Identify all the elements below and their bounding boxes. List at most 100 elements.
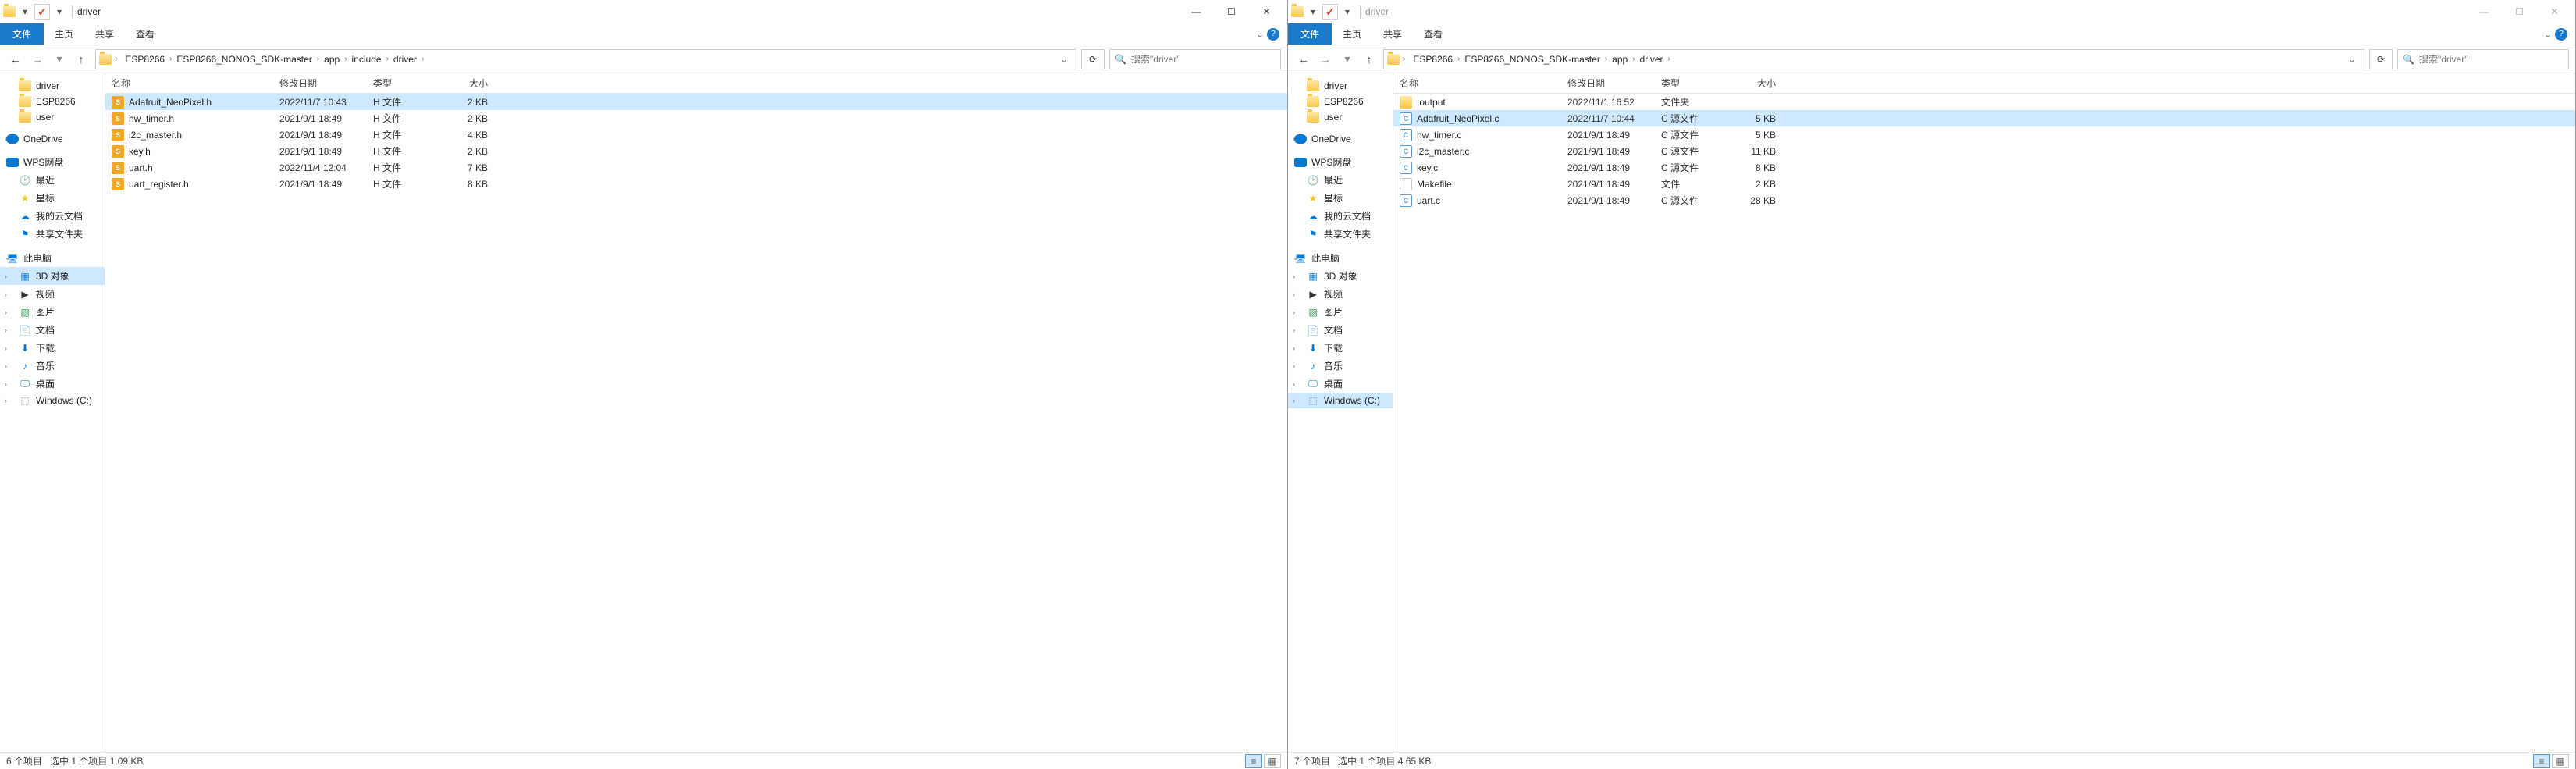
qa-dropdown-icon[interactable]: ▾ <box>1305 4 1321 20</box>
column-name[interactable]: 名称 <box>112 77 279 90</box>
icons-view-button[interactable]: ▦ <box>1264 754 1281 768</box>
file-name-cell[interactable]: Ckey.c <box>1400 162 1567 174</box>
chevron-right-icon[interactable]: › <box>5 344 7 352</box>
sidebar-wps-child[interactable]: ☁我的云文档 <box>1288 207 1393 225</box>
sidebar-onedrive[interactable]: ›OneDrive <box>1288 131 1393 147</box>
file-name-cell[interactable]: .output <box>1400 96 1567 109</box>
file-name-cell[interactable]: Shw_timer.h <box>112 112 279 125</box>
sidebar-wps-child[interactable]: ⚑共享文件夹 <box>0 225 105 243</box>
sidebar-quick-folder[interactable]: ESP8266 <box>1288 94 1393 109</box>
breadcrumb-item[interactable]: app <box>319 54 344 65</box>
details-view-button[interactable]: ≡ <box>2533 754 2550 768</box>
chevron-right-icon[interactable]: › <box>1293 308 1295 316</box>
chevron-right-icon[interactable]: › <box>5 362 7 370</box>
file-row[interactable]: Si2c_master.h2021/9/1 18:49H 文件4 KB <box>105 126 1287 143</box>
ribbon-expand[interactable]: ⌄ ? <box>2536 23 2575 45</box>
search-box[interactable]: 🔍 <box>2397 49 2569 69</box>
address-bar[interactable]: › ESP8266›ESP8266_NONOS_SDK-master›app›d… <box>1383 49 2364 69</box>
navigation-pane[interactable]: driverESP8266user›OneDrive⌄WPS网盘🕑最近★星标☁我… <box>0 73 105 752</box>
column-date[interactable]: 修改日期 <box>279 77 373 90</box>
file-name-cell[interactable]: Suart.h <box>112 162 279 174</box>
sidebar-wps-child[interactable]: ⚑共享文件夹 <box>1288 225 1393 243</box>
search-box[interactable]: 🔍 <box>1109 49 1281 69</box>
file-tab[interactable]: 文件 <box>0 23 44 45</box>
share-tab[interactable]: 共享 <box>84 23 125 45</box>
sidebar-thispc-child[interactable]: ›🖵桌面 <box>0 375 105 393</box>
file-row[interactable]: .output2022/11/1 16:52文件夹 <box>1393 94 2575 110</box>
sidebar-thispc-child[interactable]: ›⬇下载 <box>0 339 105 357</box>
navigation-pane[interactable]: driverESP8266user›OneDrive⌄WPS网盘🕑最近★星标☁我… <box>1288 73 1393 752</box>
file-row[interactable]: Shw_timer.h2021/9/1 18:49H 文件2 KB <box>105 110 1287 126</box>
sidebar-thispc-child[interactable]: ›▦3D 对象 <box>1288 267 1393 285</box>
search-input[interactable] <box>2419 54 2564 65</box>
file-row[interactable]: Suart.h2022/11/4 12:04H 文件7 KB <box>105 159 1287 176</box>
breadcrumb-item[interactable]: app <box>1607 54 1632 65</box>
file-name-cell[interactable]: CAdafruit_NeoPixel.c <box>1400 112 1567 125</box>
sidebar-quick-folder[interactable]: driver <box>0 78 105 94</box>
file-name-cell[interactable]: SAdafruit_NeoPixel.h <box>112 96 279 109</box>
sidebar-thispc-child[interactable]: ›📄文档 <box>1288 321 1393 339</box>
qa-customize-icon[interactable]: ▾ <box>1340 4 1355 20</box>
sidebar-thispc-child[interactable]: ›📄文档 <box>0 321 105 339</box>
file-row[interactable]: Suart_register.h2021/9/1 18:49H 文件8 KB <box>105 176 1287 192</box>
address-bar[interactable]: › ESP8266›ESP8266_NONOS_SDK-master›app›i… <box>95 49 1076 69</box>
chevron-right-icon[interactable]: › <box>5 272 7 280</box>
share-tab[interactable]: 共享 <box>1372 23 1413 45</box>
view-tab[interactable]: 查看 <box>125 23 165 45</box>
titlebar[interactable]: ▾ ✓ ▾ driver — ☐ ✕ <box>1288 0 2575 23</box>
breadcrumb-item[interactable]: driver <box>389 54 422 65</box>
address-dropdown-icon[interactable]: ⌄ <box>1055 54 1073 65</box>
file-row[interactable]: SAdafruit_NeoPixel.h2022/11/7 10:43H 文件2… <box>105 94 1287 110</box>
close-button[interactable]: ✕ <box>2537 0 2572 23</box>
sidebar-quick-folder[interactable]: driver <box>1288 78 1393 94</box>
sidebar-thispc-child[interactable]: ›▶视频 <box>0 285 105 303</box>
file-name-cell[interactable]: Skey.h <box>112 145 279 158</box>
ribbon-expand[interactable]: ⌄ ? <box>1248 23 1287 45</box>
breadcrumb-item[interactable]: ESP8266_NONOS_SDK-master <box>172 54 316 65</box>
sidebar-thispc-child[interactable]: ›🖵桌面 <box>1288 375 1393 393</box>
chevron-down-icon[interactable]: ⌄ <box>1293 158 1299 166</box>
sidebar-wps-child[interactable]: ★星标 <box>0 189 105 207</box>
file-name-cell[interactable]: Suart_register.h <box>112 178 279 190</box>
sidebar-wps[interactable]: ⌄WPS网盘 <box>0 153 105 171</box>
chevron-right-icon[interactable]: › <box>1293 135 1295 143</box>
file-row[interactable]: Skey.h2021/9/1 18:49H 文件2 KB <box>105 143 1287 159</box>
view-tab[interactable]: 查看 <box>1413 23 1453 45</box>
chevron-right-icon[interactable]: › <box>5 380 7 388</box>
chevron-right-icon[interactable]: › <box>1293 326 1295 334</box>
chevron-right-icon[interactable]: › <box>115 55 117 63</box>
sidebar-thispc-child[interactable]: ›▦3D 对象 <box>0 267 105 285</box>
qa-dropdown-icon[interactable]: ▾ <box>17 4 33 20</box>
chevron-right-icon[interactable]: › <box>5 135 7 143</box>
address-dropdown-icon[interactable]: ⌄ <box>2343 54 2361 65</box>
home-tab[interactable]: 主页 <box>1332 23 1372 45</box>
breadcrumb-item[interactable]: include <box>347 54 386 65</box>
column-date[interactable]: 修改日期 <box>1567 77 1661 90</box>
close-button[interactable]: ✕ <box>1249 0 1284 23</box>
sidebar-wps-child[interactable]: ★星标 <box>1288 189 1393 207</box>
file-name-cell[interactable]: Chw_timer.c <box>1400 129 1567 141</box>
refresh-button[interactable]: ⟳ <box>1081 49 1105 69</box>
chevron-right-icon[interactable]: › <box>5 290 7 298</box>
help-icon[interactable]: ? <box>1267 28 1279 41</box>
sidebar-thispc-child[interactable]: ›▧图片 <box>0 303 105 321</box>
details-view-button[interactable]: ≡ <box>1245 754 1262 768</box>
sidebar-wps-child[interactable]: ☁我的云文档 <box>0 207 105 225</box>
chevron-right-icon[interactable]: › <box>1293 272 1295 280</box>
sidebar-quick-folder[interactable]: user <box>0 109 105 125</box>
sidebar-wps-child[interactable]: 🕑最近 <box>1288 171 1393 189</box>
file-row[interactable]: CAdafruit_NeoPixel.c2022/11/7 10:44C 源文件… <box>1393 110 2575 126</box>
forward-button[interactable]: → <box>1316 50 1335 69</box>
column-size[interactable]: 大小 <box>1735 77 1782 90</box>
column-type[interactable]: 类型 <box>1661 77 1735 90</box>
search-input[interactable] <box>1131 54 1276 65</box>
history-dropdown-icon[interactable]: ▾ <box>50 50 69 69</box>
breadcrumb-item[interactable]: ESP8266_NONOS_SDK-master <box>1460 54 1604 65</box>
maximize-button[interactable]: ☐ <box>2502 0 2537 23</box>
file-row[interactable]: Cuart.c2021/9/1 18:49C 源文件28 KB <box>1393 192 2575 208</box>
chevron-down-icon[interactable]: ⌄ <box>5 158 11 166</box>
home-tab[interactable]: 主页 <box>44 23 84 45</box>
chevron-right-icon[interactable]: › <box>5 326 7 334</box>
breadcrumb-item[interactable]: ESP8266 <box>1408 54 1457 65</box>
sidebar-thispc-child[interactable]: ›⬇下载 <box>1288 339 1393 357</box>
